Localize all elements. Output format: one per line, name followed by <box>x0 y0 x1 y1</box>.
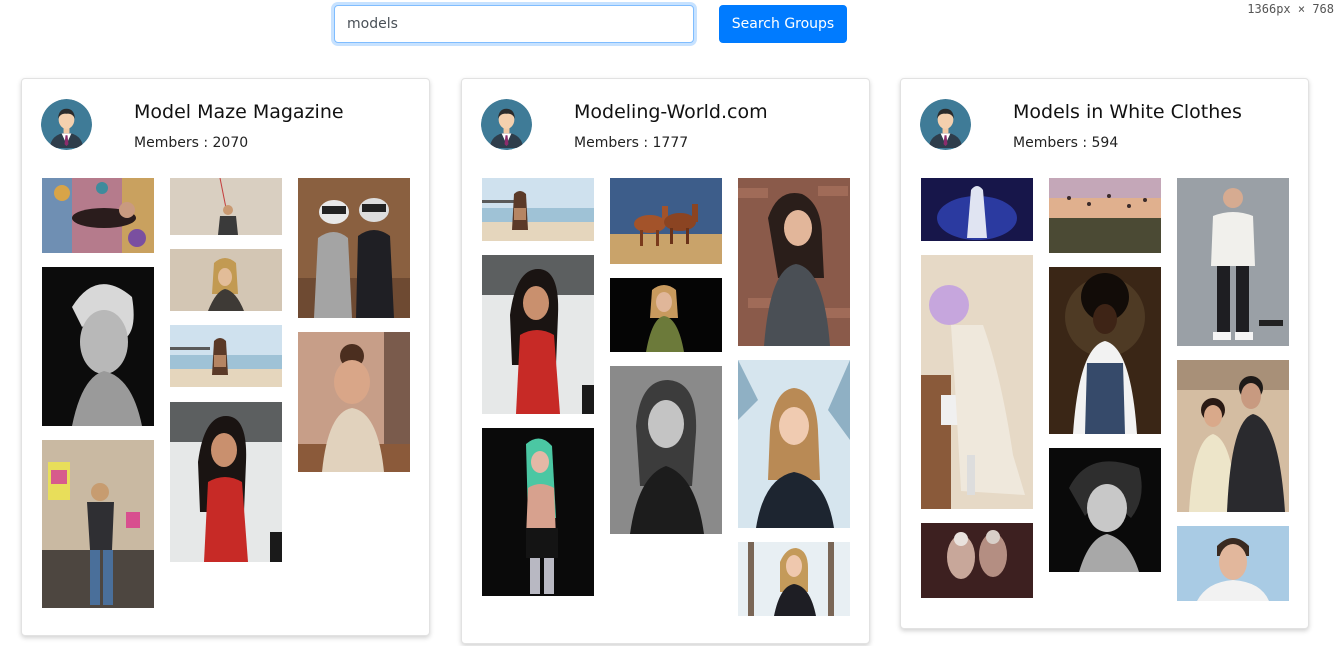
model-against-brick-wall-photo[interactable] <box>738 178 850 346</box>
two-models-in-ski-goggles-photo[interactable] <box>298 178 410 318</box>
search-groups-button[interactable]: Search Groups <box>719 5 847 43</box>
avatar <box>481 99 532 150</box>
avatar <box>920 99 971 150</box>
group-card-modeling-world[interactable]: Modeling-World.com Members : 1777 <box>461 78 870 644</box>
group-name[interactable]: Model Maze Magazine <box>134 101 344 123</box>
members-count: Members : 2070 <box>134 135 249 151</box>
model-with-balloon-string-photo[interactable] <box>170 178 282 235</box>
model-on-beach-pier-photo[interactable] <box>482 178 594 241</box>
group-name[interactable]: Models in White Clothes <box>1013 101 1242 123</box>
group-card-models-in-white-clothes[interactable]: Models in White Clothes Members : 594 <box>900 78 1309 629</box>
model-with-green-hair-photo[interactable] <box>482 428 594 596</box>
model-with-lilac-hair-photo[interactable] <box>921 255 1033 509</box>
avatar <box>41 99 92 150</box>
model-in-red-top-photo[interactable] <box>482 255 594 414</box>
model-in-snow-photo[interactable] <box>738 360 850 528</box>
members-count: Members : 594 <box>1013 135 1119 151</box>
two-dancers-photo[interactable] <box>921 523 1033 598</box>
model-in-snowy-forest-photo[interactable] <box>738 542 850 616</box>
model-in-white-dress-blue-light-photo[interactable] <box>921 178 1033 241</box>
man-portrait-blue-sky-photo[interactable] <box>1177 526 1289 601</box>
couple-portrait-photo[interactable] <box>1177 360 1289 512</box>
viewport-size-readout: 1366px × 768 <box>1247 2 1334 16</box>
model-holding-sign-on-couch-photo[interactable] <box>42 440 154 608</box>
members-count: Members : 1777 <box>574 135 689 151</box>
group-card-model-maze-magazine[interactable]: Model Maze Magazine Members : 2070 <box>21 78 430 636</box>
black-and-white-blonde-portrait-photo[interactable] <box>42 267 154 426</box>
black-and-white-curly-hair-photo[interactable] <box>610 366 722 534</box>
blonde-model-beige-backdrop-photo[interactable] <box>170 249 282 311</box>
black-and-white-curly-man-photo[interactable] <box>1049 448 1161 572</box>
model-in-green-top-photo[interactable] <box>610 278 722 352</box>
hot-air-balloons-landscape-photo[interactable] <box>1049 178 1161 253</box>
group-name[interactable]: Modeling-World.com <box>574 101 768 123</box>
search-input[interactable] <box>334 5 694 43</box>
two-horses-photo[interactable] <box>610 178 722 264</box>
model-in-red-top-photo[interactable] <box>170 402 282 562</box>
model-in-overalls-photo[interactable] <box>1049 267 1161 434</box>
man-in-white-sweater-photo[interactable] <box>1177 178 1289 346</box>
model-on-patterned-blanket-photo[interactable] <box>42 178 154 253</box>
smiling-model-in-cafe-photo[interactable] <box>298 332 410 472</box>
model-on-beach-pier-photo[interactable] <box>170 325 282 387</box>
